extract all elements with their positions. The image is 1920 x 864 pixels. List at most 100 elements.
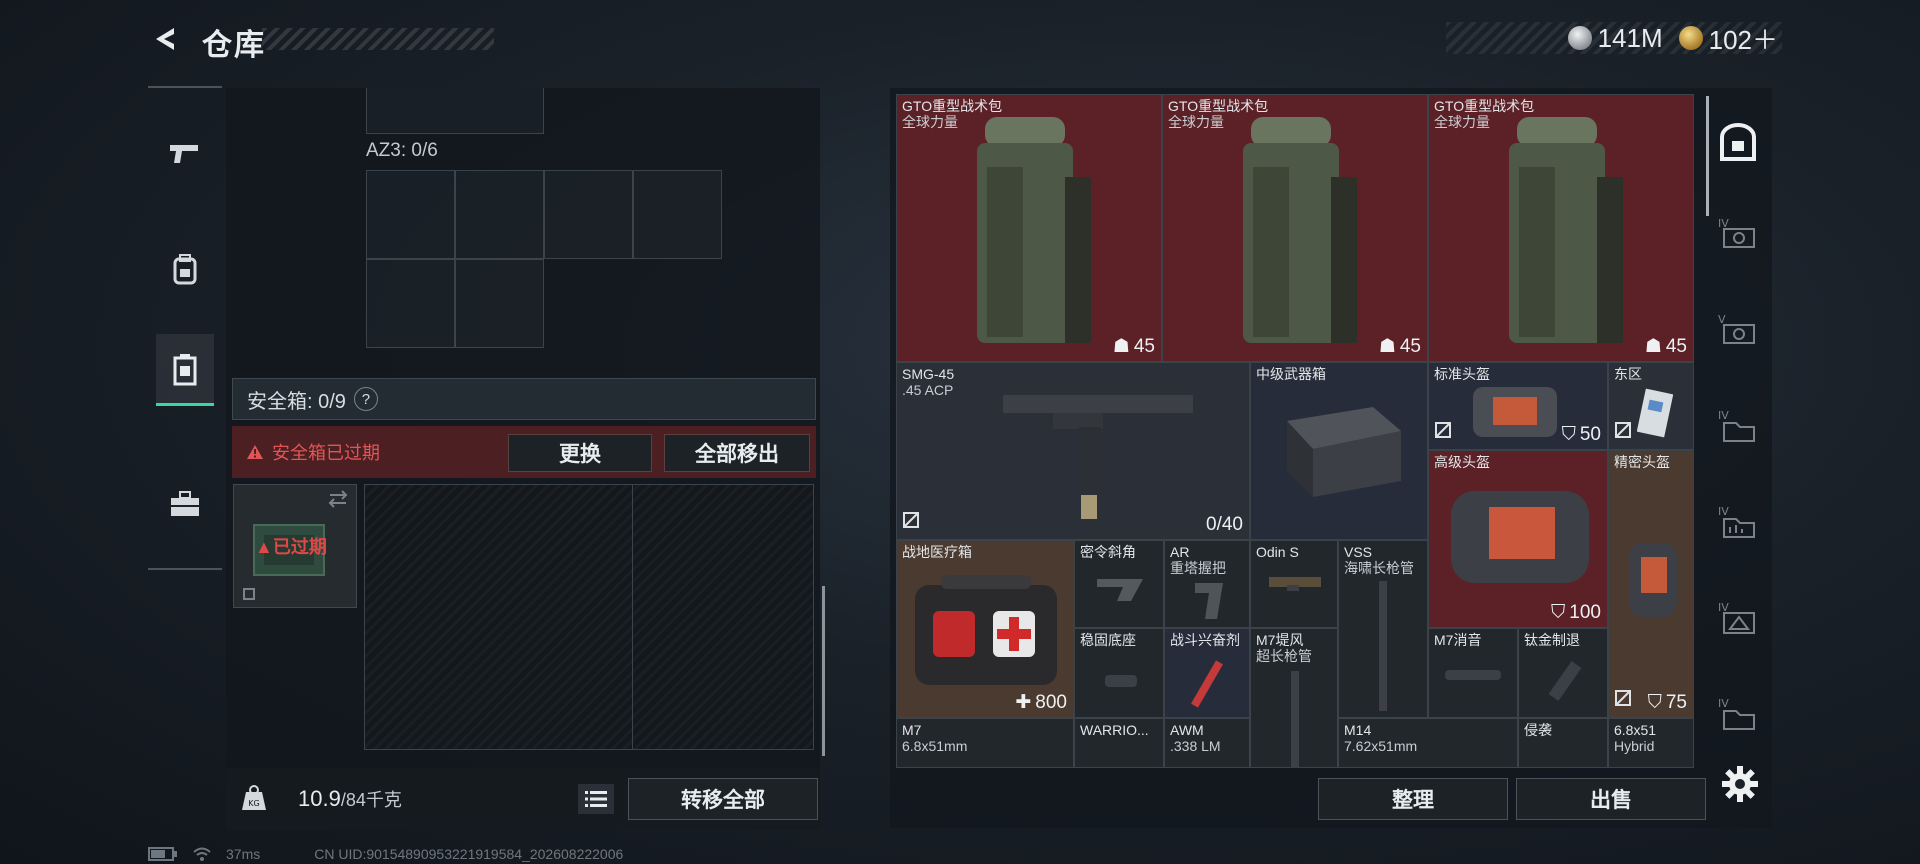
item-east-zone[interactable]: 东区 <box>1608 362 1694 450</box>
nav-backpack[interactable] <box>156 234 214 306</box>
weight-icon: ☗ <box>1112 336 1130 357</box>
smg-icon <box>1003 395 1193 519</box>
wifi-icon <box>193 847 211 861</box>
no-insurance-icon <box>1614 689 1632 712</box>
safe-box-header: 安全箱: 0/9 ? <box>232 378 816 420</box>
no-insurance-icon <box>1434 421 1452 444</box>
muzzle-brake-icon <box>1548 661 1582 701</box>
nav-toolbox[interactable] <box>156 468 214 540</box>
card-icon <box>1637 388 1673 438</box>
item-m7-long-barrel[interactable]: M7堤风 超长枪管 <box>1250 628 1338 768</box>
list-view-button[interactable] <box>578 784 614 814</box>
grip-icon <box>1195 583 1223 619</box>
remove-all-button[interactable]: 全部移出 <box>664 434 810 472</box>
item-m7[interactable]: M7 6.8x51mm <box>896 718 1074 768</box>
item-field-medkit[interactable]: 战地医疗箱 ✚ 800 <box>896 540 1074 718</box>
category-iv-icon: IV <box>1718 409 1755 442</box>
item-odin-s[interactable]: Odin S <box>1250 540 1338 628</box>
replace-button[interactable]: 更换 <box>508 434 652 472</box>
item-ar-grip[interactable]: AR 重塔握把 <box>1164 540 1250 628</box>
item-smg-45[interactable]: SMG-45.45 ACP 0/40 <box>896 362 1250 540</box>
az3-capacity-label: AZ3: 0/6 <box>366 140 438 161</box>
page-title: 仓库 <box>202 29 266 62</box>
barrel-icon <box>1379 581 1387 711</box>
sort-button[interactable]: 整理 <box>1318 778 1508 820</box>
category-2[interactable]: V <box>1706 296 1770 366</box>
safe-box-grid[interactable] <box>364 484 814 750</box>
category-all[interactable] <box>1706 108 1770 178</box>
az3-grid[interactable] <box>366 170 722 348</box>
category-iv-icon: IV <box>1718 697 1755 730</box>
category-v-icon: V <box>1718 313 1755 344</box>
weight-value: 10.9/84千克 <box>298 786 402 811</box>
prev-container-grid <box>366 88 544 134</box>
armor-icon: ⛉ <box>1551 602 1566 623</box>
battery-icon <box>148 847 177 861</box>
category-iv-icon: IV <box>1718 601 1755 634</box>
item-warrior[interactable]: WARRIO... <box>1074 718 1164 768</box>
medkit-icon <box>915 575 1057 685</box>
currency-bar: 141M 102＋ <box>1446 20 1782 57</box>
left-scrollbar[interactable] <box>822 586 825 756</box>
left-nav <box>148 86 222 570</box>
weight-icon: ☗ <box>1644 336 1662 357</box>
item-standard-helmet[interactable]: 标准头盔 ⛉ 50 <box>1428 362 1608 450</box>
transfer-all-button[interactable]: 转移全部 <box>628 778 818 820</box>
weight-icon: KG <box>238 782 270 814</box>
backpack-icon <box>173 254 197 285</box>
backpack-icon <box>1509 117 1623 343</box>
no-insurance-icon <box>902 511 920 534</box>
ping-value: 37ms <box>226 846 261 862</box>
category-iv-icon: IV <box>1718 217 1755 248</box>
backpack-icon <box>977 117 1091 343</box>
no-insurance-icon <box>1614 421 1632 444</box>
category-6[interactable]: IV <box>1706 680 1770 750</box>
nav-weapons[interactable] <box>156 118 214 190</box>
grip-icon <box>1097 579 1143 601</box>
category-1[interactable]: IV <box>1706 200 1770 270</box>
armor-icon: ⛉ <box>1647 692 1662 713</box>
item-gto-backpack-1[interactable]: GTO重型战术包 全球力量 ☗ 45 <box>896 94 1162 362</box>
item-combat-stimulant[interactable]: 战斗兴奋剂 <box>1164 628 1250 718</box>
category-5[interactable]: IV <box>1706 584 1770 654</box>
helmet-icon <box>1451 491 1589 583</box>
heal-icon: ✚ <box>1015 692 1032 713</box>
status-footer: 37ms CN UID:90154890953221919584_2026082… <box>148 846 623 862</box>
back-button[interactable] <box>148 22 182 56</box>
item-precision-helmet[interactable]: 精密头盔 ⛉ 75 <box>1608 450 1694 718</box>
all-items-icon <box>1720 123 1756 161</box>
svg-text:KG: KG <box>248 799 259 808</box>
category-4[interactable]: IV <box>1706 488 1770 558</box>
safe-box-capacity: 安全箱: 0/9 <box>247 390 346 413</box>
item-vss-barrel[interactable]: VSS 海啸长枪管 <box>1338 540 1428 718</box>
settings-button[interactable] <box>1720 764 1760 804</box>
item-weapon-case[interactable]: 中级武器箱 <box>1250 362 1428 540</box>
helmet-icon <box>1473 387 1557 437</box>
item-6-8x51-ammo[interactable]: 6.8x51 Hybrid <box>1608 718 1694 768</box>
list-icon <box>585 791 607 807</box>
title-decoration <box>262 28 494 50</box>
syringe-icon <box>1191 660 1223 708</box>
item-m7-suppressor[interactable]: M7消音 <box>1428 628 1518 718</box>
item-awm[interactable]: AWM .338 LM <box>1164 718 1250 768</box>
item-angled-grip[interactable]: 密令斜角 <box>1074 540 1164 628</box>
item-titanium-brake[interactable]: 钛金制退 <box>1518 628 1608 718</box>
item-gto-backpack-3[interactable]: GTO重型战术包 全球力量 ☗ 45 <box>1428 94 1694 362</box>
item-stable-base[interactable]: 稳固底座 <box>1074 628 1164 718</box>
weapon-case-icon <box>1287 407 1401 497</box>
category-3[interactable]: IV <box>1706 392 1770 462</box>
item-gto-backpack-2[interactable]: GTO重型战术包 全球力量 ☗ 45 <box>1162 94 1428 362</box>
help-icon[interactable]: ? <box>353 387 378 411</box>
item-advanced-helmet[interactable]: 高级头盔 ⛉ 100 <box>1428 450 1608 628</box>
currency-gold[interactable]: 102＋ <box>1678 20 1778 57</box>
armor-icon: ⛉ <box>1561 424 1576 445</box>
sell-button[interactable]: 出售 <box>1516 778 1706 820</box>
currency-silver[interactable]: 141M <box>1567 23 1663 54</box>
expired-text: 安全箱已过期 <box>272 443 380 463</box>
item-assault[interactable]: 侵袭 <box>1518 718 1608 768</box>
item-m14[interactable]: M14 7.62x51mm <box>1338 718 1518 768</box>
base-icon <box>1105 675 1137 687</box>
suppressor-icon <box>1445 670 1501 680</box>
nav-safe-box[interactable] <box>156 334 214 406</box>
gold-amount: 102＋ <box>1708 24 1778 55</box>
